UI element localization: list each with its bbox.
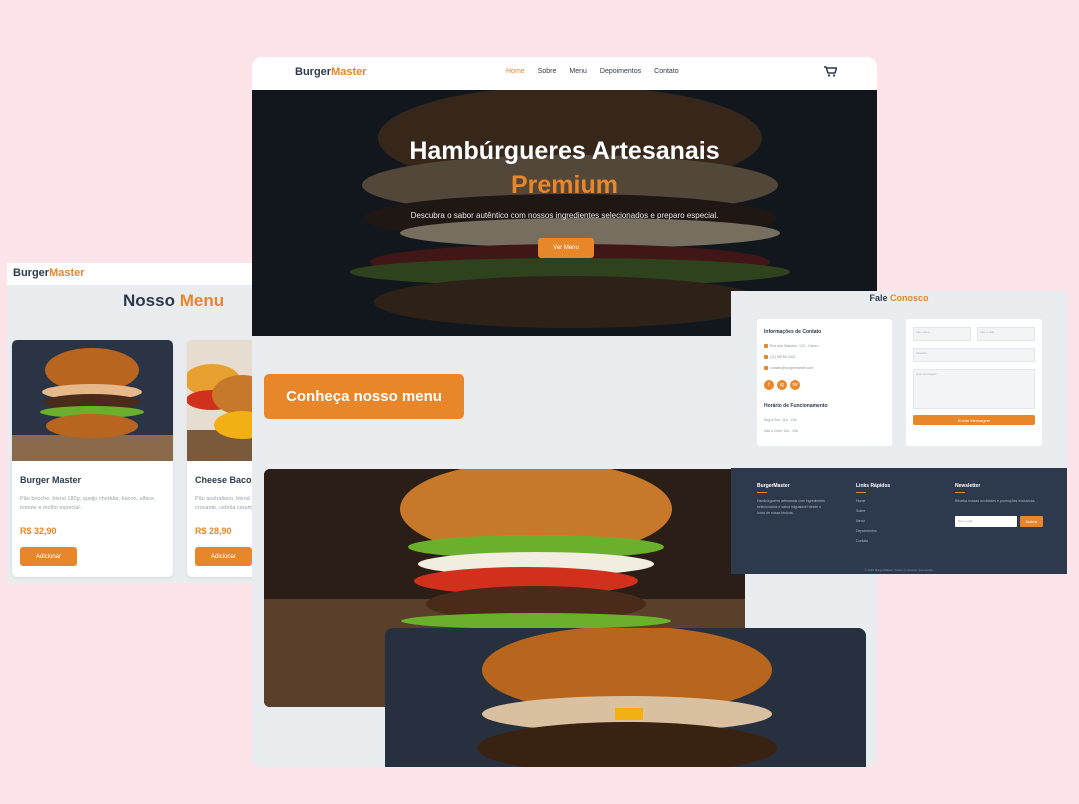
contact-info-card: Informações de Contato Rua dos Sabores, …	[757, 319, 892, 446]
menu-site-logo[interactable]: BurgerMaster	[13, 267, 85, 279]
phone-line: (11) 98765-4321	[764, 355, 796, 360]
cart-icon[interactable]	[824, 66, 837, 77]
hours-line: Sáb e Dom: 12h - 00h	[764, 429, 799, 433]
footer-link[interactable]: Depoimentos	[856, 528, 877, 534]
hours-line: Seg a Sex: 11h - 23h	[764, 418, 797, 422]
hero-subtitle: Descubra o sabor autêntico com nossos in…	[410, 211, 719, 220]
footer-divider	[856, 492, 866, 493]
menu-card: Cheese Bacon Pão australiano, blend 180g…	[187, 340, 252, 577]
contact-page-window: Fale Conosco Informações de Contato Rua …	[731, 291, 1067, 574]
card-description: Pão brioche, blend 180g, queijo cheddar,…	[20, 496, 156, 511]
hours-title: Horário de Funcionamento	[764, 403, 828, 409]
footer-link[interactable]: Home	[856, 498, 865, 504]
newsletter-subscribe-button[interactable]: Assinar	[1020, 516, 1043, 527]
ver-menu-button[interactable]: Ver Menu	[538, 238, 594, 258]
add-to-cart-button[interactable]: Adicionar	[20, 547, 77, 566]
instagram-icon[interactable]: ig	[777, 380, 787, 390]
cheese-bacon-image	[187, 340, 252, 461]
add-to-cart-button[interactable]: Adicionar	[195, 547, 252, 566]
burger-master-image	[12, 340, 173, 461]
send-message-button[interactable]: Enviar Mensagem	[913, 415, 1035, 425]
nav-menu[interactable]: Menu	[569, 68, 587, 75]
card-name: Cheese Bacon	[195, 475, 252, 485]
mail-icon	[764, 366, 768, 371]
hero-title-accent: Premium	[511, 171, 618, 199]
nav-contato[interactable]: Contato	[654, 68, 679, 75]
menu-page-window: BurgerMaster Nosso Menu Burger Master Pã…	[7, 263, 252, 583]
footer-newsletter-title: Newsletter	[955, 483, 981, 489]
main-navbar: BurgerMaster Home Sobre Menu Depoimentos…	[252, 57, 877, 90]
address-line: Rua dos Sabores, 123 - Centro	[764, 344, 818, 349]
card-price: R$ 32,90	[20, 526, 57, 536]
card-name: Burger Master	[20, 475, 82, 485]
phone-icon	[764, 355, 768, 360]
burger-closeup-image	[385, 628, 866, 767]
location-icon	[764, 344, 768, 349]
footer-brand: BurgerMaster	[757, 483, 790, 489]
footer-link[interactable]: Contato	[856, 538, 868, 544]
burger-photo-closeup	[385, 628, 866, 767]
footer-divider	[757, 492, 767, 493]
footer-copyright: © 2024 BurgerMaster. Todos os direitos r…	[864, 568, 934, 572]
email-line: contato@burgermaster.com	[764, 366, 813, 371]
facebook-icon[interactable]: f	[764, 380, 774, 390]
nav-sobre[interactable]: Sobre	[538, 68, 557, 75]
site-logo[interactable]: BurgerMaster	[295, 66, 367, 78]
contact-form: Seu nome Seu e-mail Assunto Sua mensagem…	[906, 319, 1042, 446]
card-price: R$ 28,90	[195, 526, 232, 536]
subject-field[interactable]: Assunto	[913, 348, 1035, 362]
newsletter-email-input[interactable]: Seu e-mail	[955, 516, 1017, 527]
footer-links-title: Links Rápidos	[856, 483, 891, 489]
newsletter-text: Receba nossas novidades e promoções excl…	[955, 499, 1036, 503]
message-field[interactable]: Sua mensagem	[913, 369, 1035, 409]
email-field[interactable]: Seu e-mail	[977, 327, 1035, 341]
menu-section-title: Nosso Menu	[123, 291, 225, 310]
footer-link[interactable]: Sobre	[856, 508, 865, 514]
nav-links: Home Sobre Menu Depoimentos Contato	[506, 68, 679, 75]
card-description: Pão australiano, blend 180g, queijo ched…	[195, 496, 252, 511]
name-field[interactable]: Seu nome	[913, 327, 971, 341]
footer-divider	[955, 492, 965, 493]
nav-home[interactable]: Home	[506, 68, 525, 75]
contact-info-title: Informações de Contato	[764, 329, 822, 335]
footer-link[interactable]: Menu	[856, 518, 865, 524]
menu-card: Burger Master Pão brioche, blend 180g, q…	[12, 340, 173, 577]
hero-title: Hambúrgueres Artesanais Premium	[252, 134, 877, 202]
footer-brand-text: Hambúrgueres artesanais com ingredientes…	[757, 499, 825, 515]
nav-depoimentos[interactable]: Depoimentos	[600, 68, 641, 75]
site-footer: BurgerMaster Hambúrgueres artesanais com…	[731, 468, 1067, 574]
menu-navbar: BurgerMaster	[7, 263, 252, 285]
twitter-icon[interactable]: tw	[790, 380, 800, 390]
contact-section-title: Fale Conosco	[869, 293, 929, 303]
conheca-menu-button[interactable]: Conheça nosso menu	[264, 374, 464, 419]
